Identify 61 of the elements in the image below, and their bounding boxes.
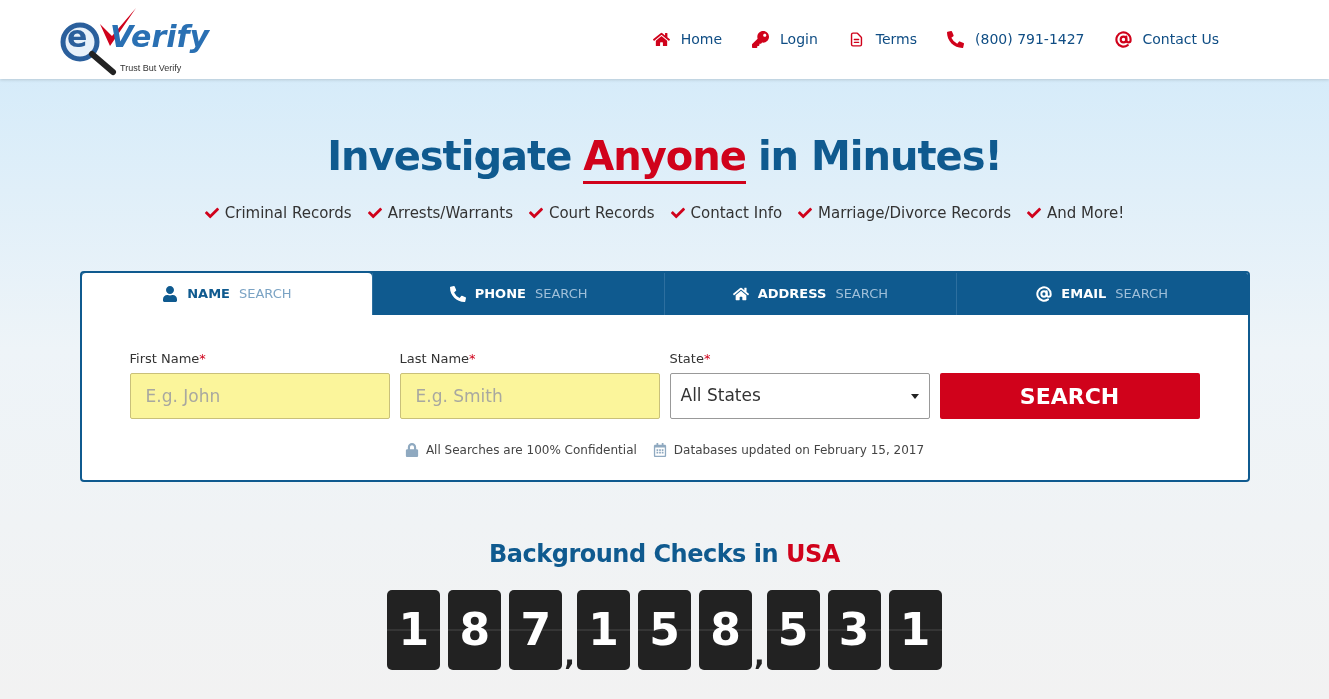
counter-digit: 3 [827, 589, 881, 670]
counter-digit: 7 [509, 589, 563, 670]
headline-text: in Minutes! [757, 132, 1002, 181]
feature-label: Criminal Records [224, 203, 352, 224]
search-tab[interactable]: EMAIL SEARCH [955, 272, 1248, 315]
search-tab[interactable]: PHONE SEARCH [372, 272, 664, 315]
feature-label: Marriage/Divorce Records [818, 203, 1011, 224]
counter-digit: 5 [638, 589, 691, 670]
counter-digit: 8 [448, 589, 502, 670]
logo-wordmark: Verify [110, 21, 210, 52]
nav-link[interactable]: Contact Us [1114, 29, 1219, 50]
check-icon [1027, 206, 1041, 221]
info-note: Databases updated on February 15, 2017 [673, 442, 925, 459]
logo-letter: e [67, 21, 88, 52]
search-button[interactable]: SEARCH [939, 373, 1200, 419]
feature-label: Court Records [548, 203, 655, 224]
calendar-icon [652, 443, 667, 457]
phone-icon [947, 31, 965, 48]
counter-digit: 1 [888, 589, 942, 670]
check-icon [367, 206, 382, 221]
check-icon [798, 206, 813, 221]
phone-icon [449, 285, 466, 302]
nav-link[interactable]: Home [652, 29, 722, 50]
counter-digit: 1 [387, 589, 441, 670]
feature-label: Contact Info [690, 203, 783, 224]
counter-separator: , [754, 641, 765, 670]
nav-link[interactable]: Terms [847, 29, 918, 50]
field-label: First Name* [129, 349, 207, 368]
caret-icon [910, 393, 919, 399]
text-input-field[interactable]: E.g. John [129, 373, 390, 419]
headline-text: Anyone [583, 131, 746, 184]
user-icon [162, 285, 179, 302]
check-icon [528, 206, 543, 221]
home-icon [652, 31, 670, 48]
search-tab[interactable]: NAME SEARCH [81, 272, 373, 315]
counter-digit: 5 [766, 589, 820, 670]
home-icon [732, 285, 749, 302]
field-label: Last Name* [399, 349, 477, 368]
counter-digit: 8 [699, 589, 752, 670]
check-icon [670, 206, 685, 221]
counter-title: USA [786, 538, 840, 570]
logo[interactable]: e Verify Trust But Verify [58, 3, 218, 76]
feature-label: And More! [1047, 203, 1125, 224]
key-icon [752, 31, 769, 48]
nav-link[interactable]: (800) 791-1427 [947, 29, 1085, 50]
counter-separator: , [564, 641, 575, 670]
field-label: State* [669, 349, 712, 368]
text-input-field[interactable]: E.g. Smith [399, 373, 660, 419]
at-sign-icon [1036, 285, 1053, 302]
feature-label: Arrests/Warrants [387, 203, 513, 224]
headline-text: Investigate [327, 132, 572, 181]
lock-icon [404, 443, 419, 457]
nav-link[interactable]: Login [752, 29, 818, 50]
logo-tagline: Trust But Verify [120, 61, 182, 75]
search-tab[interactable]: ADDRESS SEARCH [664, 272, 956, 315]
counter-digit: 1 [577, 589, 630, 670]
check-icon [204, 206, 219, 221]
info-note: All Searches are 100% Confidential [425, 442, 637, 459]
at-sign-icon [1114, 31, 1132, 48]
counter-title: Background Checks in [489, 538, 779, 570]
state-dropdown[interactable]: All States [669, 373, 930, 419]
